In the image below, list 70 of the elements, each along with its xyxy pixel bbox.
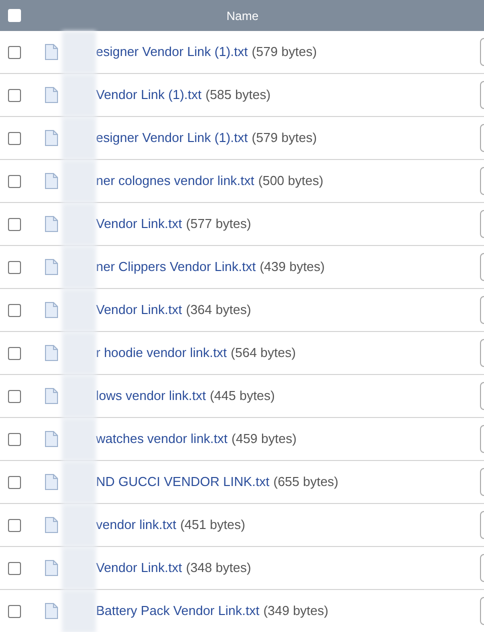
file-link[interactable]: esigner Vendor Link (1).txt xyxy=(96,128,248,148)
redaction-blur xyxy=(62,288,96,332)
redaction-blur xyxy=(62,418,96,460)
checkbox[interactable] xyxy=(8,304,21,316)
file-icon xyxy=(45,259,58,275)
checkbox[interactable] xyxy=(8,604,21,618)
file-icon xyxy=(45,517,58,533)
file-link[interactable]: watches vendor link.txt xyxy=(96,429,228,449)
file-size: (364 bytes) xyxy=(186,301,252,320)
file-icon xyxy=(45,173,58,189)
file-icon xyxy=(45,431,58,447)
file-link[interactable]: Vendor Link.txt xyxy=(96,558,182,578)
redaction-blur xyxy=(62,160,96,202)
redaction-blur xyxy=(62,374,96,418)
file-icon xyxy=(45,216,58,232)
file-size: (579 bytes) xyxy=(252,43,317,62)
file-size: (459 bytes) xyxy=(232,430,297,448)
redaction-blur xyxy=(62,116,96,160)
file-icon xyxy=(45,44,58,60)
checkbox[interactable] xyxy=(8,132,21,144)
checkbox[interactable] xyxy=(8,562,21,574)
file-link[interactable]: ner colognes vendor link.txt xyxy=(96,171,254,191)
file-link[interactable]: Vendor Link.txt xyxy=(96,214,182,234)
file-size: (451 bytes) xyxy=(180,516,246,534)
file-link[interactable]: Vendor Link.txt xyxy=(96,300,182,320)
file-icon xyxy=(45,345,58,361)
redaction-blur xyxy=(62,246,96,288)
checkbox[interactable] xyxy=(8,260,21,274)
file-size: (500 bytes) xyxy=(258,172,324,190)
file-size: (564 bytes) xyxy=(230,344,296,362)
file-size: (579 bytes) xyxy=(252,129,317,148)
checkbox[interactable] xyxy=(8,518,21,532)
checkbox[interactable] xyxy=(8,432,21,446)
checkbox[interactable] xyxy=(8,174,21,188)
redaction-blur xyxy=(62,74,96,116)
file-icon xyxy=(45,130,58,146)
file-link[interactable]: ND GUCCI VENDOR LINK.txt xyxy=(96,472,270,492)
file-link[interactable]: vendor link.txt xyxy=(96,515,176,535)
file-icon xyxy=(45,388,58,404)
file-link[interactable]: lows vendor link.txt xyxy=(96,386,206,406)
file-link[interactable]: Vendor Link (1).txt xyxy=(96,85,202,105)
file-link[interactable]: r hoodie vendor link.txt xyxy=(96,343,227,363)
file-size: (439 bytes) xyxy=(260,258,325,276)
file-size: (349 bytes) xyxy=(263,602,328,620)
checkbox[interactable] xyxy=(8,346,21,360)
file-icon xyxy=(45,560,58,576)
checkbox[interactable] xyxy=(8,476,21,488)
file-size: (348 bytes) xyxy=(186,559,252,578)
file-icon xyxy=(45,603,58,619)
checkbox[interactable] xyxy=(8,88,21,102)
file-size: (585 bytes) xyxy=(206,86,271,104)
redaction-blur xyxy=(62,202,96,246)
redaction-blur xyxy=(62,590,96,632)
redaction-blur xyxy=(62,546,96,590)
redaction-blur xyxy=(62,332,96,374)
file-link[interactable]: esigner Vendor Link (1).txt xyxy=(96,42,248,62)
file-icon xyxy=(45,302,58,318)
checkbox[interactable] xyxy=(8,390,21,402)
checkbox[interactable] xyxy=(8,218,21,230)
file-size: (445 bytes) xyxy=(210,387,275,406)
file-icon xyxy=(45,87,58,103)
file-link[interactable]: ner Clippers Vendor Link.txt xyxy=(96,257,256,277)
redaction-blur xyxy=(62,460,96,504)
redaction-blur xyxy=(62,30,96,74)
redaction-blur xyxy=(62,504,96,546)
file-size: (655 bytes) xyxy=(273,473,338,492)
checkbox[interactable] xyxy=(8,46,21,58)
file-icon xyxy=(45,474,58,490)
file-size: (577 bytes) xyxy=(186,215,252,234)
file-link[interactable]: Battery Pack Vendor Link.txt xyxy=(96,601,260,621)
